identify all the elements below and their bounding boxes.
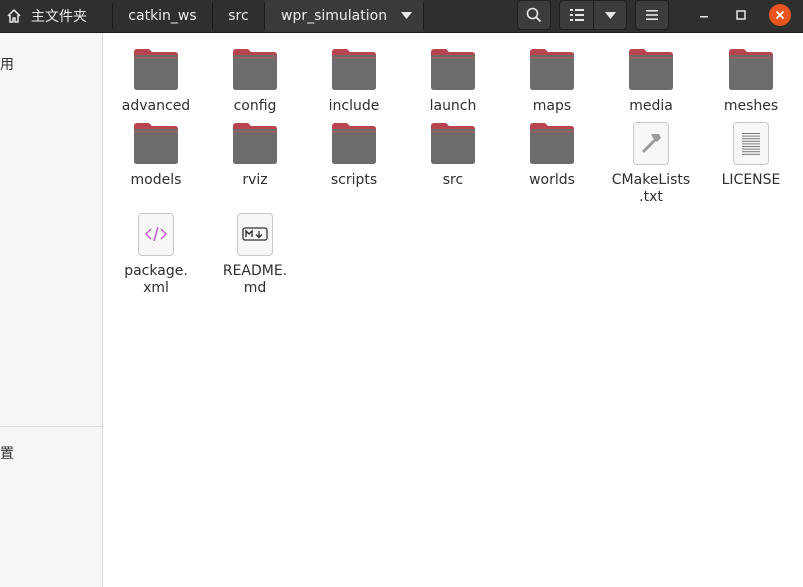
folder-item[interactable]: media: [603, 46, 699, 115]
folder-item[interactable]: include: [306, 46, 402, 115]
breadcrumb-label: wpr_simulation: [281, 8, 388, 24]
file-name-label: src: [442, 172, 464, 188]
breadcrumb-src[interactable]: src: [213, 0, 264, 32]
breadcrumb-home-label: 主文件夹: [31, 9, 87, 25]
file-item[interactable]: LICENSE: [703, 120, 799, 189]
folder-item[interactable]: config: [207, 46, 303, 115]
search-icon: [526, 7, 542, 23]
file-name-label: README. md: [222, 263, 288, 296]
minimize-icon: [699, 10, 709, 20]
breadcrumb-home[interactable]: 主文件夹: [0, 0, 112, 32]
file-name-label: maps: [532, 98, 572, 114]
search-button[interactable]: [517, 0, 551, 30]
breadcrumb-separator: [423, 3, 424, 29]
file-name-label: models: [130, 172, 182, 188]
folder-icon: [231, 120, 279, 168]
folder-item[interactable]: maps: [504, 46, 600, 115]
maximize-icon: [736, 10, 746, 20]
sidebar-item-truncated[interactable]: 置: [0, 443, 14, 463]
maximize-button[interactable]: [730, 4, 752, 26]
file-name-label: include: [328, 98, 380, 114]
folder-icon: [528, 120, 576, 168]
header-bar: 主文件夹 catkin_ws src wpr_simulation: [0, 0, 803, 33]
sidebar-divider: [0, 426, 102, 427]
chevron-down-icon: [605, 11, 616, 19]
breadcrumb-catkin-ws[interactable]: catkin_ws: [113, 0, 212, 32]
file-name-label: rviz: [242, 172, 268, 188]
folder-item[interactable]: src: [405, 120, 501, 189]
close-button[interactable]: [769, 4, 791, 26]
sidebar: 用 置: [0, 33, 103, 587]
file-name-label: media: [629, 98, 673, 114]
chevron-down-icon[interactable]: [401, 12, 412, 19]
folder-icon: [528, 46, 576, 94]
folder-icon: [330, 46, 378, 94]
close-icon: [775, 10, 785, 20]
file-name-label: package. xml: [124, 263, 188, 296]
folder-icon: [330, 120, 378, 168]
cmake-file-icon: [627, 120, 675, 168]
sidebar-item-truncated[interactable]: 用: [0, 54, 14, 74]
home-icon: [6, 8, 22, 24]
folder-icon: [132, 46, 180, 94]
view-options-dropdown[interactable]: [594, 0, 627, 30]
folder-icon: [627, 46, 675, 94]
list-view-icon: [569, 9, 584, 21]
folder-item[interactable]: worlds: [504, 120, 600, 189]
menu-button[interactable]: [635, 0, 669, 30]
file-name-label: meshes: [723, 98, 779, 114]
folder-icon: [727, 46, 775, 94]
file-name-label: CMakeLists .txt: [611, 172, 691, 205]
file-name-label: LICENSE: [721, 172, 781, 188]
folder-icon: [231, 46, 279, 94]
folder-item[interactable]: rviz: [207, 120, 303, 189]
folder-icon: [429, 46, 477, 94]
breadcrumb-wpr-simulation[interactable]: wpr_simulation: [265, 0, 423, 32]
folder-item[interactable]: launch: [405, 46, 501, 115]
file-name-label: advanced: [121, 98, 191, 114]
file-name-label: worlds: [529, 172, 575, 188]
folder-icon: [429, 120, 477, 168]
minimize-button[interactable]: [693, 4, 715, 26]
breadcrumb-label: src: [228, 8, 249, 24]
markdown-file-icon: [231, 211, 279, 259]
file-name-label: config: [233, 98, 277, 114]
file-item[interactable]: package. xml: [108, 211, 204, 297]
file-name-label: launch: [429, 98, 477, 114]
folder-item[interactable]: models: [108, 120, 204, 189]
file-name-label: scripts: [330, 172, 378, 188]
folder-icon: [132, 120, 180, 168]
breadcrumb-label: catkin_ws: [128, 8, 197, 24]
file-item[interactable]: README. md: [207, 211, 303, 297]
file-item[interactable]: CMakeLists .txt: [603, 120, 699, 206]
folder-item[interactable]: advanced: [108, 46, 204, 115]
text-file-icon: [727, 120, 775, 168]
folder-item[interactable]: scripts: [306, 120, 402, 189]
hamburger-menu-icon: [646, 10, 658, 20]
xml-file-icon: [132, 211, 180, 259]
folder-item[interactable]: meshes: [703, 46, 799, 115]
list-view-button[interactable]: [560, 0, 593, 30]
